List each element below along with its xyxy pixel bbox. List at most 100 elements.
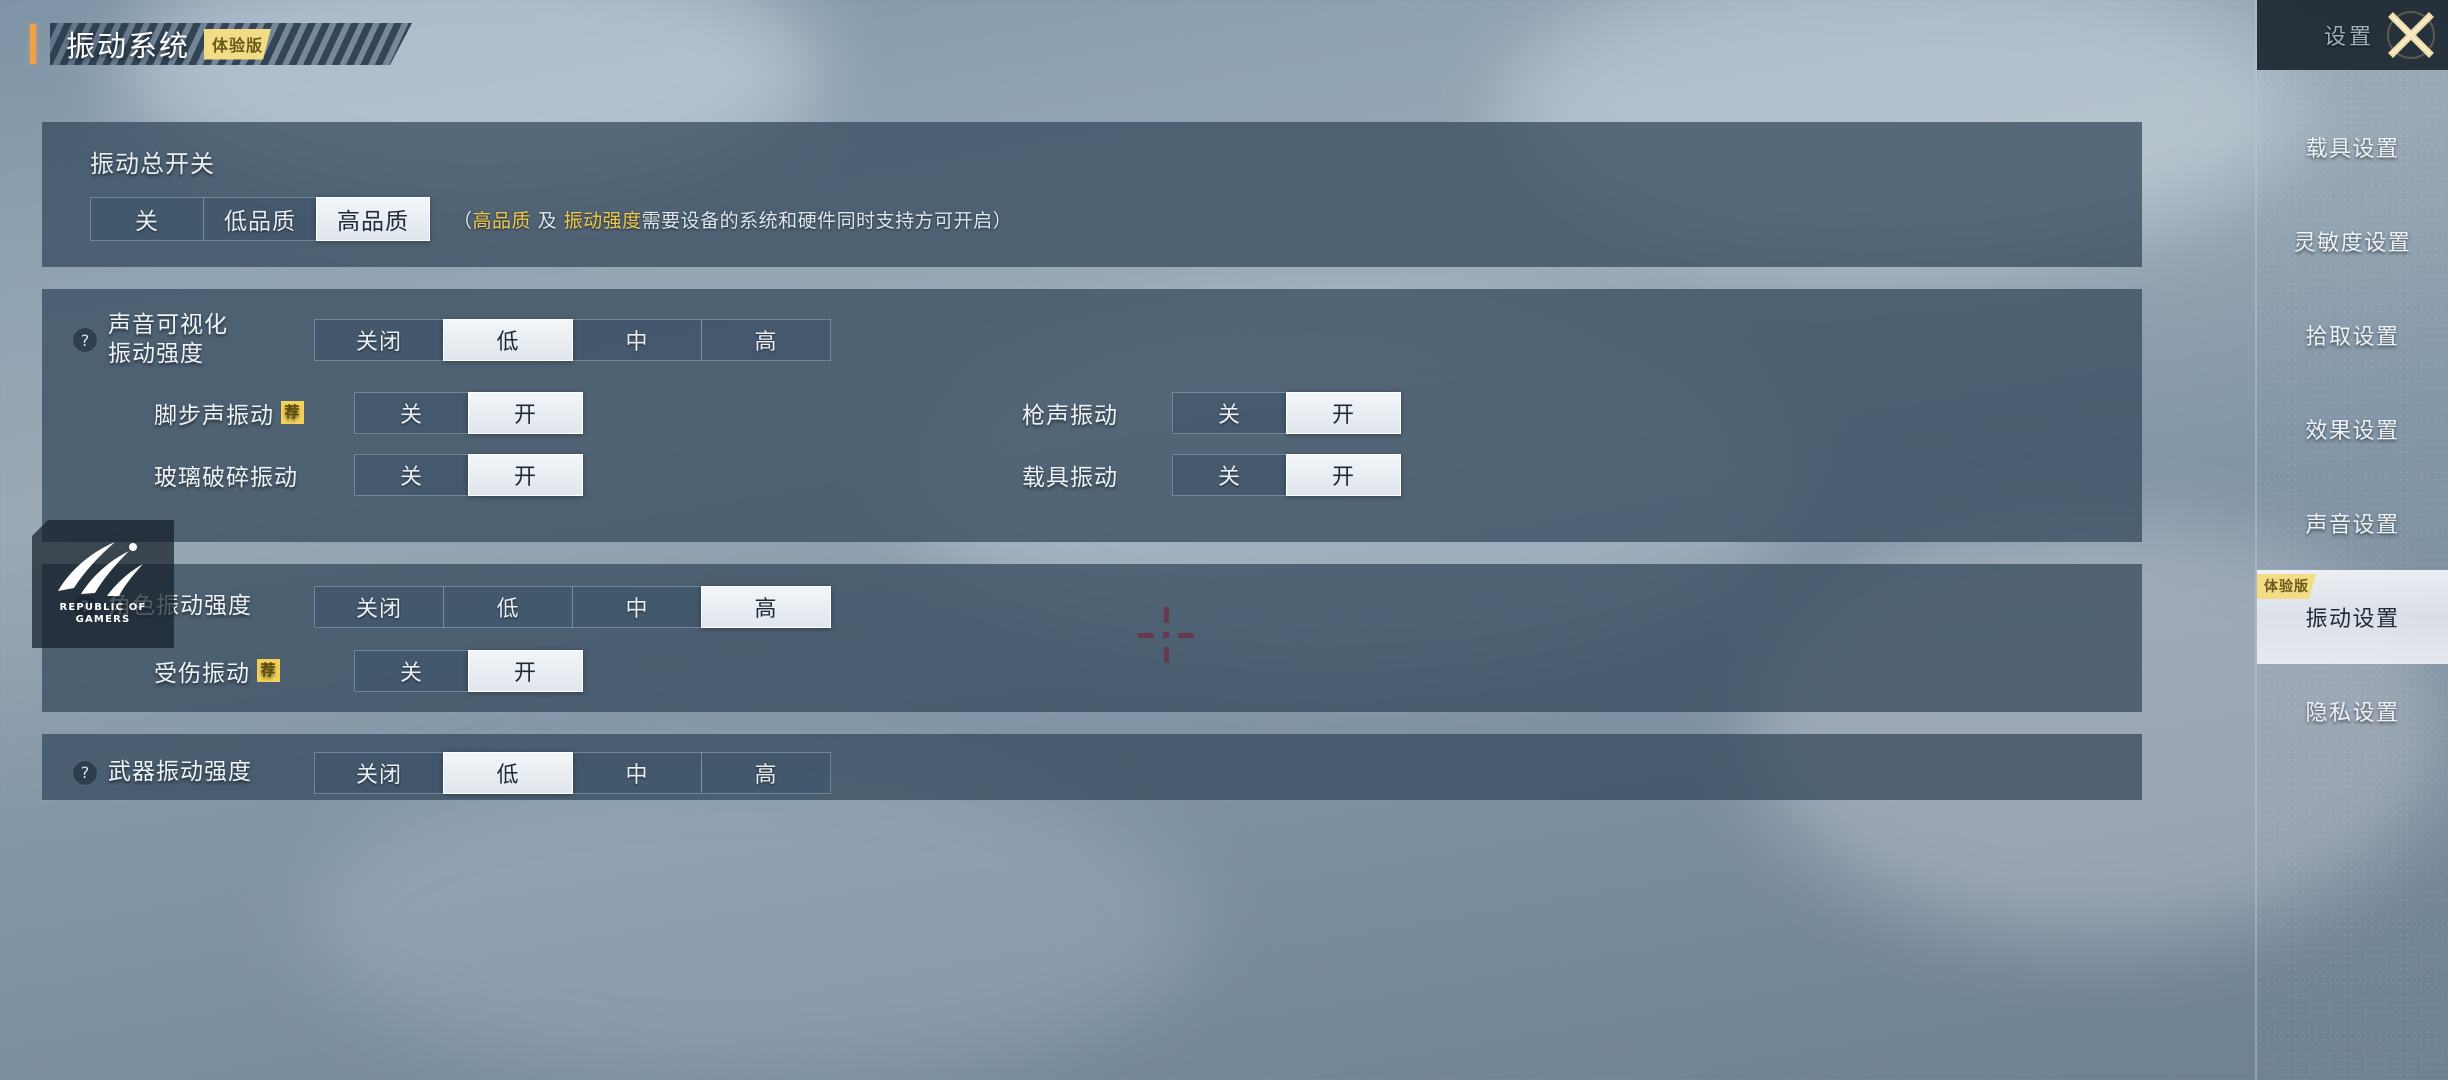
sound-strength-row: ? 声音可视化 振动强度 关闭 低 中 高	[72, 311, 2112, 370]
glass-break-vibration-row: 玻璃破碎振动 关 开	[72, 453, 832, 496]
injury-vibration-label-text: 受伤振动	[154, 660, 250, 687]
sidebar-items: 载具设置 灵敏度设置 拾取设置 效果设置 声音设置 体验版 振动设置 隐私设置	[2257, 70, 2448, 758]
character-strength-option-medium[interactable]: 中	[572, 585, 702, 628]
sound-strength-label-line1: 声音可视化	[108, 312, 228, 338]
sidebar-item-effects-settings[interactable]: 效果设置	[2257, 382, 2448, 476]
footstep-vibration-row: 脚步声振动 荐 关 开	[72, 391, 832, 434]
vehicle-vibration-label: 载具振动	[1022, 458, 1172, 492]
footstep-vibration-on[interactable]: 开	[468, 391, 583, 434]
footstep-vibration-toggle[interactable]: 关 开	[354, 391, 583, 434]
sound-strength-label: 声音可视化 振动强度	[108, 311, 298, 370]
character-strength-row: ? 角色振动强度 关闭 低 中 高	[72, 585, 2112, 628]
injury-vibration-toggle[interactable]: 关 开	[354, 649, 583, 692]
page-title-text: 振动系统	[66, 29, 191, 63]
master-switch-row: 关 低品质 高品质 （高品质 及 振动强度需要设备的系统和硬件同时支持方可开启）	[90, 197, 2112, 241]
gunshot-vibration-off[interactable]: 关	[1172, 391, 1287, 434]
injury-vibration-label: 受伤振动 荐	[154, 654, 354, 688]
hint-middle-text: 及	[531, 209, 564, 232]
sound-strength-option-high[interactable]: 高	[701, 319, 831, 362]
injury-vibration-on[interactable]: 开	[468, 649, 583, 692]
gunshot-vibration-label: 枪声振动	[1022, 396, 1172, 430]
vehicle-vibration-label-text: 载具振动	[1022, 464, 1118, 491]
vehicle-vibration-off[interactable]: 关	[1172, 453, 1287, 496]
master-switch-hint: （高品质 及 振动强度需要设备的系统和硬件同时支持方可开启）	[453, 206, 1012, 233]
page-title: 振动系统 体验版	[30, 22, 412, 66]
master-switch-segmented-control[interactable]: 关 低品质 高品质	[90, 197, 430, 241]
weapon-strength-option-low[interactable]: 低	[443, 751, 573, 794]
sidebar-item-sensitivity-settings[interactable]: 灵敏度设置	[2257, 194, 2448, 288]
hint-highlight-vibration-strength: 振动强度	[563, 209, 642, 232]
toggle-row-pair: 受伤振动 荐 关 开	[72, 649, 2112, 692]
sound-strength-option-low[interactable]: 低	[443, 319, 573, 362]
master-switch-panel: 振动总开关 关 低品质 高品质 （高品质 及 振动强度需要设备的系统和硬件同时支…	[42, 122, 2142, 267]
character-vibration-panel: ? 角色振动强度 关闭 低 中 高 受伤振动 荐 关 开	[42, 563, 2142, 712]
sidebar-item-privacy-settings[interactable]: 隐私设置	[2257, 664, 2448, 758]
question-mark-icon[interactable]: ?	[72, 759, 98, 786]
sidebar-item-label: 效果设置	[2305, 419, 2400, 444]
hint-tail-text: 需要设备的系统和硬件同时支持方可开启）	[641, 209, 1013, 232]
sidebar-item-pickup-settings[interactable]: 拾取设置	[2257, 288, 2448, 382]
sidebar-title: 设置	[2323, 25, 2374, 50]
sound-strength-option-off[interactable]: 关闭	[314, 319, 444, 362]
character-strength-segmented-control[interactable]: 关闭 低 中 高	[314, 585, 831, 628]
hint-open-paren: （	[453, 209, 473, 232]
sidebar-item-sound-settings[interactable]: 声音设置	[2257, 476, 2448, 570]
sidebar-item-label: 声音设置	[2305, 513, 2400, 538]
injury-vibration-row: 受伤振动 荐 关 开	[72, 649, 832, 692]
sidebar-item-label: 隐私设置	[2305, 701, 2400, 726]
vehicle-vibration-row: 载具振动 关 开	[832, 453, 1472, 496]
weapon-strength-row: ? 武器振动强度 关闭 低 中 高	[72, 751, 2112, 794]
sound-toggle-rows: 脚步声振动 荐 关 开 枪声振动 关 开 玻璃破碎振动 关 开 载具振动 关 开	[72, 391, 2112, 496]
page-title-badge: 体验版	[204, 29, 271, 60]
weapon-strength-segmented-control[interactable]: 关闭 低 中 高	[314, 751, 831, 794]
vehicle-vibration-toggle[interactable]: 关 开	[1172, 453, 1401, 496]
glass-break-vibration-label-text: 玻璃破碎振动	[154, 464, 298, 491]
gunshot-vibration-row: 枪声振动 关 开	[832, 391, 1472, 434]
footstep-vibration-off[interactable]: 关	[354, 391, 469, 434]
character-toggle-rows: 受伤振动 荐 关 开	[72, 649, 2112, 692]
glass-break-vibration-on[interactable]: 开	[468, 453, 583, 496]
weapon-strength-option-medium[interactable]: 中	[572, 751, 702, 794]
sidebar-item-badge: 体验版	[2257, 574, 2316, 599]
sidebar-header: 设置	[2257, 0, 2448, 70]
gunshot-vibration-toggle[interactable]: 关 开	[1172, 391, 1401, 434]
weapon-strength-option-off[interactable]: 关闭	[314, 751, 444, 794]
sound-strength-option-medium[interactable]: 中	[572, 319, 702, 362]
close-x-icon	[2387, 11, 2435, 59]
hint-highlight-high-quality: 高品质	[472, 209, 532, 232]
character-strength-option-low[interactable]: 低	[443, 585, 573, 628]
footstep-vibration-label-text: 脚步声振动	[154, 402, 274, 429]
close-button[interactable]	[2382, 6, 2440, 64]
toggle-row-pair: 脚步声振动 荐 关 开 枪声振动 关 开	[72, 391, 2112, 434]
recommended-badge: 荐	[281, 401, 304, 425]
vehicle-vibration-on[interactable]: 开	[1286, 453, 1401, 496]
character-strength-option-off[interactable]: 关闭	[314, 585, 444, 628]
master-option-low-quality[interactable]: 低品质	[203, 197, 317, 241]
glass-break-vibration-toggle[interactable]: 关 开	[354, 453, 583, 496]
weapon-strength-option-high[interactable]: 高	[701, 751, 831, 794]
sidebar-item-vehicle-settings[interactable]: 载具设置	[2257, 100, 2448, 194]
sidebar-item-vibration-settings[interactable]: 体验版 振动设置	[2257, 570, 2448, 664]
title-accent-bar	[30, 24, 36, 64]
settings-sidebar: 设置 载具设置 灵敏度设置 拾取设置 效果设置 声音设置 体验版 振动设置 隐私…	[2255, 0, 2448, 1080]
toggle-row-pair: 玻璃破碎振动 关 开 载具振动 关 开	[72, 453, 2112, 496]
character-strength-label: 角色振动强度	[108, 593, 252, 620]
injury-vibration-off[interactable]: 关	[354, 649, 469, 692]
recommended-badge: 荐	[257, 659, 280, 683]
gunshot-vibration-on[interactable]: 开	[1286, 391, 1401, 434]
master-option-high-quality[interactable]: 高品质	[316, 197, 430, 241]
master-option-off[interactable]: 关	[90, 197, 204, 241]
sidebar-item-label: 载具设置	[2305, 137, 2400, 162]
question-mark-icon[interactable]: ?	[72, 593, 98, 620]
sidebar-item-label: 振动设置	[2305, 607, 2400, 632]
footstep-vibration-label: 脚步声振动 荐	[154, 396, 354, 430]
sidebar-item-label: 灵敏度设置	[2293, 231, 2412, 256]
glass-break-vibration-off[interactable]: 关	[354, 453, 469, 496]
glass-break-vibration-label: 玻璃破碎振动	[154, 458, 354, 492]
sound-strength-segmented-control[interactable]: 关闭 低 中 高	[314, 319, 831, 362]
title-hatch-plate: 振动系统 体验版	[50, 23, 412, 65]
sound-vibration-panel: ? 声音可视化 振动强度 关闭 低 中 高 脚步声振动 荐 关 开 枪声振动 关…	[42, 289, 2142, 663]
character-strength-option-high[interactable]: 高	[701, 585, 831, 628]
question-mark-icon[interactable]: ?	[72, 327, 98, 354]
sound-strength-label-line2: 振动强度	[108, 341, 204, 368]
